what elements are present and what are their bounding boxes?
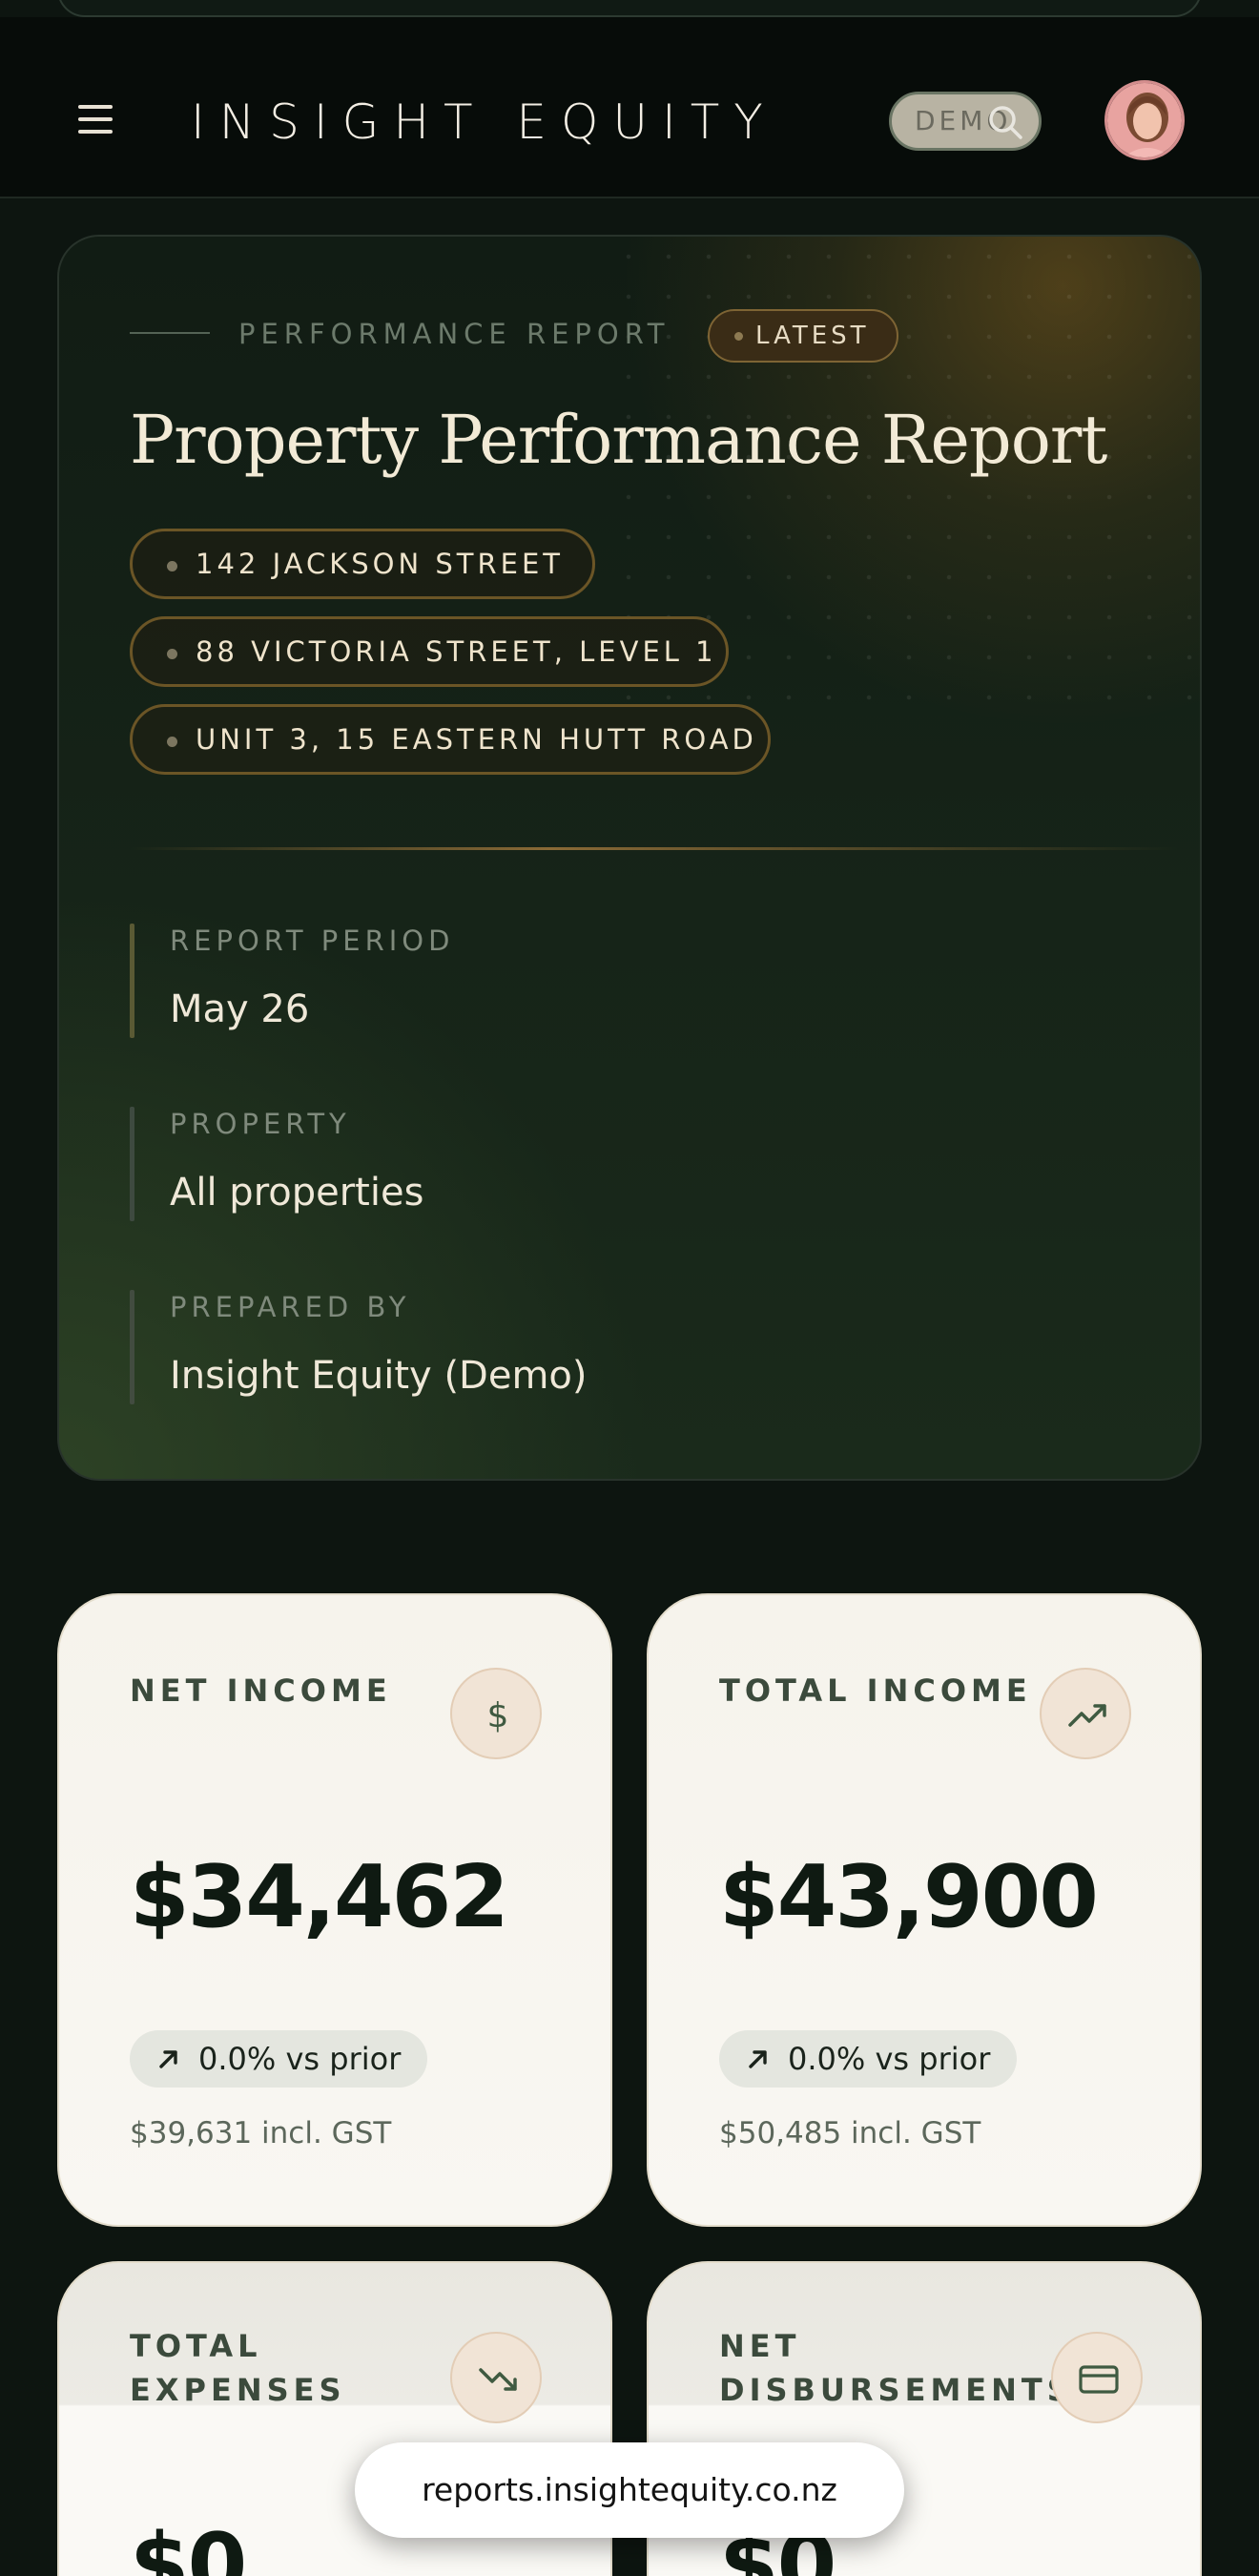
eyebrow-label: PERFORMANCE REPORT	[238, 318, 671, 350]
prepared-by-value: Insight Equity (Demo)	[170, 1354, 588, 1398]
gst-subtext: $39,631 incl. GST	[130, 2116, 392, 2150]
total-income-card[interactable]: TOTAL INCOME $43,900 0.0% vs prior $50,4…	[647, 1593, 1202, 2227]
trending-down-icon	[450, 2332, 542, 2423]
trending-up-icon	[1040, 1668, 1131, 1759]
menu-button[interactable]	[78, 105, 116, 134]
property-chip[interactable]: 142 JACKSON STREET	[130, 529, 595, 599]
badge-dot	[734, 332, 743, 341]
property-chip-label: 142 JACKSON STREET	[196, 548, 564, 580]
page-title: Property Performance Report	[130, 401, 1107, 479]
browser-url-bar[interactable]: reports.insightequity.co.nz	[355, 2442, 904, 2538]
trend-label: 0.0% vs prior	[198, 2041, 402, 2077]
meta-accent-bar	[130, 1290, 134, 1404]
brand-logo: INSIGHT EQUITY	[191, 94, 777, 150]
property-label: PROPERTY	[170, 1108, 351, 1140]
card-label: NET INCOME	[130, 1672, 392, 1709]
previous-panel-edge	[57, 0, 1202, 17]
arrow-up-right-icon	[159, 2050, 177, 2068]
report-period-label: REPORT PERIOD	[170, 924, 455, 957]
prepared-by-label: PREPARED BY	[170, 1291, 411, 1323]
trend-badge: 0.0% vs prior	[719, 2030, 1018, 2088]
card-label: TOTAL EXPENSES	[130, 2328, 346, 2408]
trend-label: 0.0% vs prior	[788, 2041, 991, 2077]
meta-accent-bar	[130, 1107, 134, 1221]
dollar-icon: $	[450, 1668, 542, 1759]
avatar-image	[1107, 83, 1182, 157]
svg-text:$: $	[487, 1696, 509, 1735]
property-value: All properties	[170, 1171, 424, 1215]
card-label: NET DISBURSEMENTS	[719, 2328, 1074, 2408]
app-header: INSIGHT EQUITY DEMO	[0, 17, 1259, 198]
card-value: $34,462	[130, 1847, 509, 1947]
net-income-card[interactable]: NET INCOME $ $34,462 0.0% vs prior $39,6…	[57, 1593, 612, 2227]
arrow-up-right-icon	[749, 2050, 767, 2068]
report-period-value: May 26	[170, 987, 310, 1031]
property-chip[interactable]: UNIT 3, 15 EASTERN HUTT ROAD	[130, 704, 771, 775]
card-value: $43,900	[719, 1847, 1099, 1947]
card-value: $0	[130, 2515, 247, 2576]
card-label: TOTAL INCOME	[719, 1672, 1032, 1709]
credit-card-icon	[1051, 2332, 1143, 2423]
search-icon[interactable]	[986, 103, 1024, 141]
report-hero-card: PERFORMANCE REPORT LATEST Property Perfo…	[57, 235, 1202, 1481]
latest-badge-label: LATEST	[755, 322, 870, 350]
divider	[130, 847, 1179, 850]
property-chip-label: 88 VICTORIA STREET, LEVEL 1	[196, 635, 717, 668]
eyebrow-line	[130, 332, 210, 334]
avatar[interactable]	[1104, 80, 1185, 160]
page: { "header": { "brand": "INSIGHT EQUITY",…	[0, 0, 1259, 2576]
gst-subtext: $50,485 incl. GST	[719, 2116, 981, 2150]
trend-badge: 0.0% vs prior	[130, 2030, 428, 2088]
property-chip-label: UNIT 3, 15 EASTERN HUTT ROAD	[196, 723, 757, 756]
property-chip[interactable]: 88 VICTORIA STREET, LEVEL 1	[130, 616, 729, 687]
meta-accent-bar	[130, 924, 134, 1038]
hamburger-icon	[78, 105, 113, 109]
latest-badge: LATEST	[708, 309, 898, 363]
